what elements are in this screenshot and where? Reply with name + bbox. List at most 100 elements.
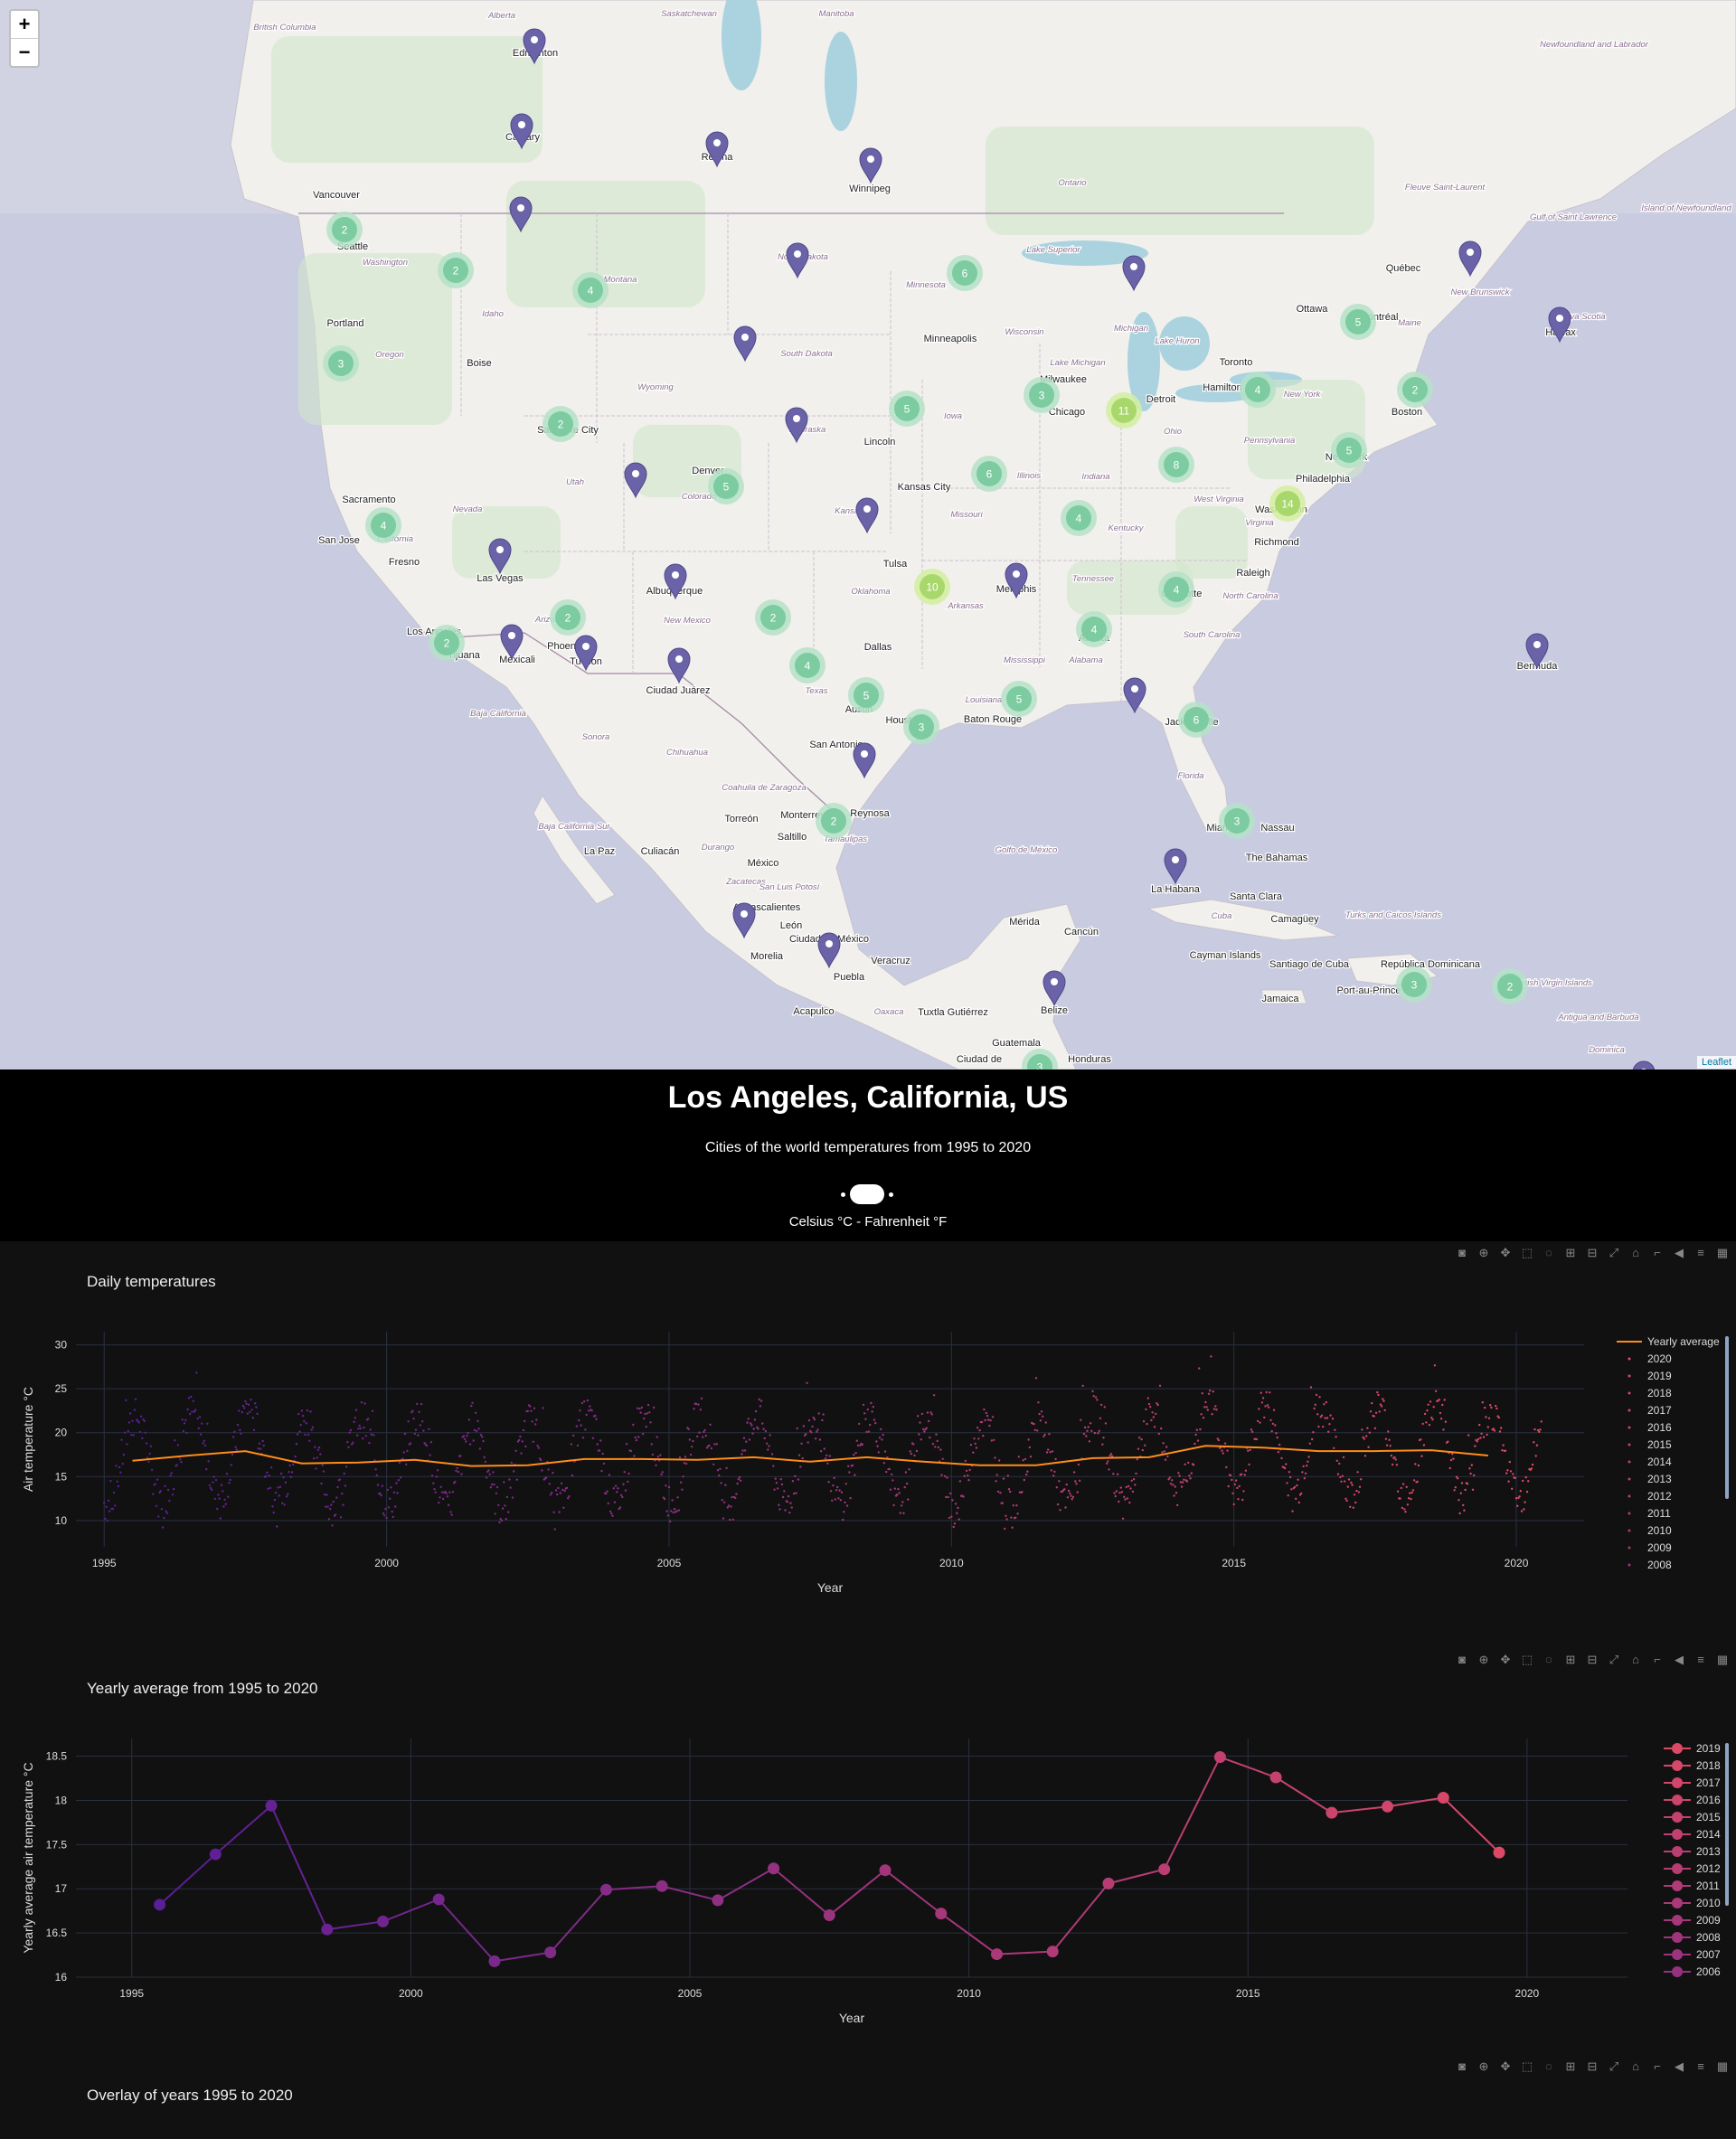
legend-scrollbar[interactable] [1725, 1743, 1729, 1906]
daily-legend-item[interactable]: 2018 [1647, 1387, 1672, 1399]
marker-cluster[interactable]: 2 [550, 599, 586, 636]
yearly-point[interactable] [488, 1955, 501, 1967]
yearly-point[interactable] [265, 1799, 278, 1812]
yearly-point[interactable] [1382, 1800, 1394, 1813]
marker-cluster[interactable]: 2 [326, 212, 363, 248]
yearly-point[interactable] [599, 1883, 612, 1896]
yearly-point[interactable] [321, 1923, 334, 1936]
yearly-point[interactable] [376, 1915, 389, 1927]
yearly-legend-item[interactable]: 2014 [1696, 1828, 1721, 1841]
yearly-point[interactable] [1046, 1946, 1059, 1958]
marker-cluster[interactable]: 2 [755, 599, 791, 636]
daily-legend-item[interactable]: 2010 [1647, 1524, 1672, 1537]
unit-toggle[interactable] [841, 1183, 893, 1206]
yearly-point[interactable] [1158, 1863, 1171, 1876]
lasso-icon[interactable]: ◌ [1541, 2059, 1557, 2075]
marker-cluster[interactable]: 5 [848, 677, 884, 713]
marker-cluster[interactable]: 2 [438, 252, 474, 288]
yearly-legend-item[interactable]: 2006 [1696, 1965, 1721, 1978]
pan-icon[interactable]: ✥ [1497, 2059, 1514, 2075]
yearly-legend-item[interactable]: 2018 [1696, 1759, 1721, 1772]
daily-legend-item[interactable]: 2011 [1647, 1507, 1671, 1520]
yearly-legend-item[interactable]: 2010 [1696, 1897, 1721, 1909]
yearly-legend-item[interactable]: 2011 [1696, 1880, 1720, 1892]
yearly-point[interactable] [656, 1880, 668, 1892]
marker-cluster[interactable]: 4 [789, 647, 826, 683]
yearly-point[interactable] [712, 1894, 724, 1907]
yearly-point[interactable] [432, 1893, 445, 1906]
reset-axes-icon[interactable]: ⌂ [1628, 2059, 1644, 2075]
yearly-point[interactable] [154, 1899, 166, 1911]
marker-cluster[interactable]: 10 [914, 569, 950, 605]
yearly-point[interactable] [879, 1864, 892, 1877]
daily-legend-item[interactable]: 2012 [1647, 1490, 1672, 1503]
marker-cluster[interactable]: 2 [542, 406, 579, 442]
marker-cluster[interactable]: 4 [1240, 372, 1276, 408]
marker-cluster[interactable]: 4 [1061, 500, 1097, 536]
yearly-legend-item[interactable]: 2016 [1696, 1794, 1721, 1806]
yearly-point[interactable] [1493, 1846, 1505, 1859]
yearly-legend-item[interactable]: 2007 [1696, 1948, 1721, 1961]
marker-cluster[interactable]: 3 [1219, 803, 1255, 839]
marker-cluster[interactable]: 4 [365, 507, 401, 543]
zoom-icon[interactable]: ⊕ [1476, 2059, 1492, 2075]
marker-cluster[interactable]: 8 [1158, 447, 1194, 483]
city-map[interactable]: EdmontonCalgaryReginaWinnipegVancouverSe… [0, 0, 1736, 1070]
autoscale-icon[interactable]: ⤢ [1606, 2059, 1622, 2075]
yearly-legend-item[interactable]: 2008 [1696, 1931, 1721, 1944]
yearly-legend-item[interactable]: 2013 [1696, 1845, 1721, 1858]
yearly-legend-item[interactable]: 2015 [1696, 1811, 1721, 1823]
daily-legend-item[interactable]: 2019 [1647, 1370, 1672, 1382]
daily-legend-item[interactable]: 2016 [1647, 1421, 1672, 1434]
marker-cluster[interactable]: 5 [1001, 681, 1037, 717]
zoom-in-button[interactable]: + [11, 11, 38, 38]
yearly-point[interactable] [768, 1862, 780, 1875]
marker-cluster[interactable]: 5 [889, 391, 925, 427]
yearly-point[interactable] [544, 1946, 557, 1959]
daily-temperatures-chart[interactable]: 1995 2000 2005 2010 2015 20201015202530YearAi… [0, 1241, 1736, 1630]
plotly-logo-icon[interactable]: ▦ [1714, 2059, 1731, 2075]
toggle-knob[interactable] [850, 1184, 884, 1204]
camera-icon[interactable]: ◙ [1454, 2059, 1470, 2075]
legend-scrollbar[interactable] [1725, 1336, 1729, 1499]
zoom-out-button[interactable]: − [11, 38, 38, 66]
marker-cluster[interactable]: 4 [572, 272, 609, 308]
yearly-legend-item[interactable]: 2012 [1696, 1862, 1721, 1875]
marker-cluster[interactable]: 14 [1269, 485, 1306, 522]
daily-legend-item[interactable]: 2009 [1647, 1541, 1672, 1554]
yearly-legend-item[interactable]: 2017 [1696, 1776, 1721, 1789]
daily-legend-item[interactable]: 2013 [1647, 1473, 1672, 1485]
marker-cluster[interactable]: 2 [429, 625, 465, 661]
yearly-point[interactable] [1102, 1877, 1115, 1889]
marker-cluster[interactable]: 2 [816, 803, 852, 839]
yearly-point[interactable] [990, 1948, 1003, 1961]
daily-legend-item[interactable]: 2008 [1647, 1559, 1672, 1571]
yearly-point[interactable] [1326, 1806, 1338, 1819]
yearly-point[interactable] [935, 1908, 948, 1920]
yearly-average-chart[interactable]: 1995 2000 2005 2010 2015 20201616.51717.51818… [0, 1648, 1736, 2037]
marker-cluster[interactable]: 6 [947, 255, 983, 291]
hover-closest-icon[interactable]: ◀ [1671, 2059, 1687, 2075]
marker-cluster[interactable]: 11 [1106, 392, 1142, 429]
yearly-point[interactable] [823, 1909, 835, 1922]
zoom-out-icon[interactable]: ⊟ [1584, 2059, 1600, 2075]
daily-legend-item[interactable]: 2015 [1647, 1438, 1672, 1451]
marker-cluster[interactable]: 5 [1331, 432, 1367, 468]
marker-cluster[interactable]: 6 [1178, 702, 1214, 738]
marker-cluster[interactable]: 6 [971, 456, 1007, 492]
map-canvas[interactable]: EdmontonCalgaryReginaWinnipegVancouverSe… [0, 0, 1736, 1070]
daily-legend-item[interactable]: Yearly average [1647, 1335, 1720, 1348]
yearly-legend-item[interactable]: 2009 [1696, 1914, 1721, 1927]
marker-cluster[interactable]: 5 [708, 468, 744, 504]
box-select-icon[interactable]: ⬚ [1519, 2059, 1535, 2075]
marker-cluster[interactable]: 3 [323, 345, 359, 382]
marker-cluster[interactable]: 3 [1396, 966, 1432, 1003]
marker-cluster[interactable]: 2 [1492, 968, 1528, 1004]
marker-cluster[interactable]: 5 [1340, 304, 1376, 340]
yearly-point[interactable] [209, 1848, 222, 1861]
zoom-in-icon[interactable]: ⊞ [1562, 2059, 1579, 2075]
marker-cluster[interactable]: 2 [1397, 372, 1433, 408]
daily-legend-item[interactable]: 2014 [1647, 1456, 1672, 1468]
marker-cluster[interactable]: 3 [1024, 377, 1060, 413]
leaflet-attribution-link[interactable]: Leaflet [1696, 1056, 1736, 1069]
